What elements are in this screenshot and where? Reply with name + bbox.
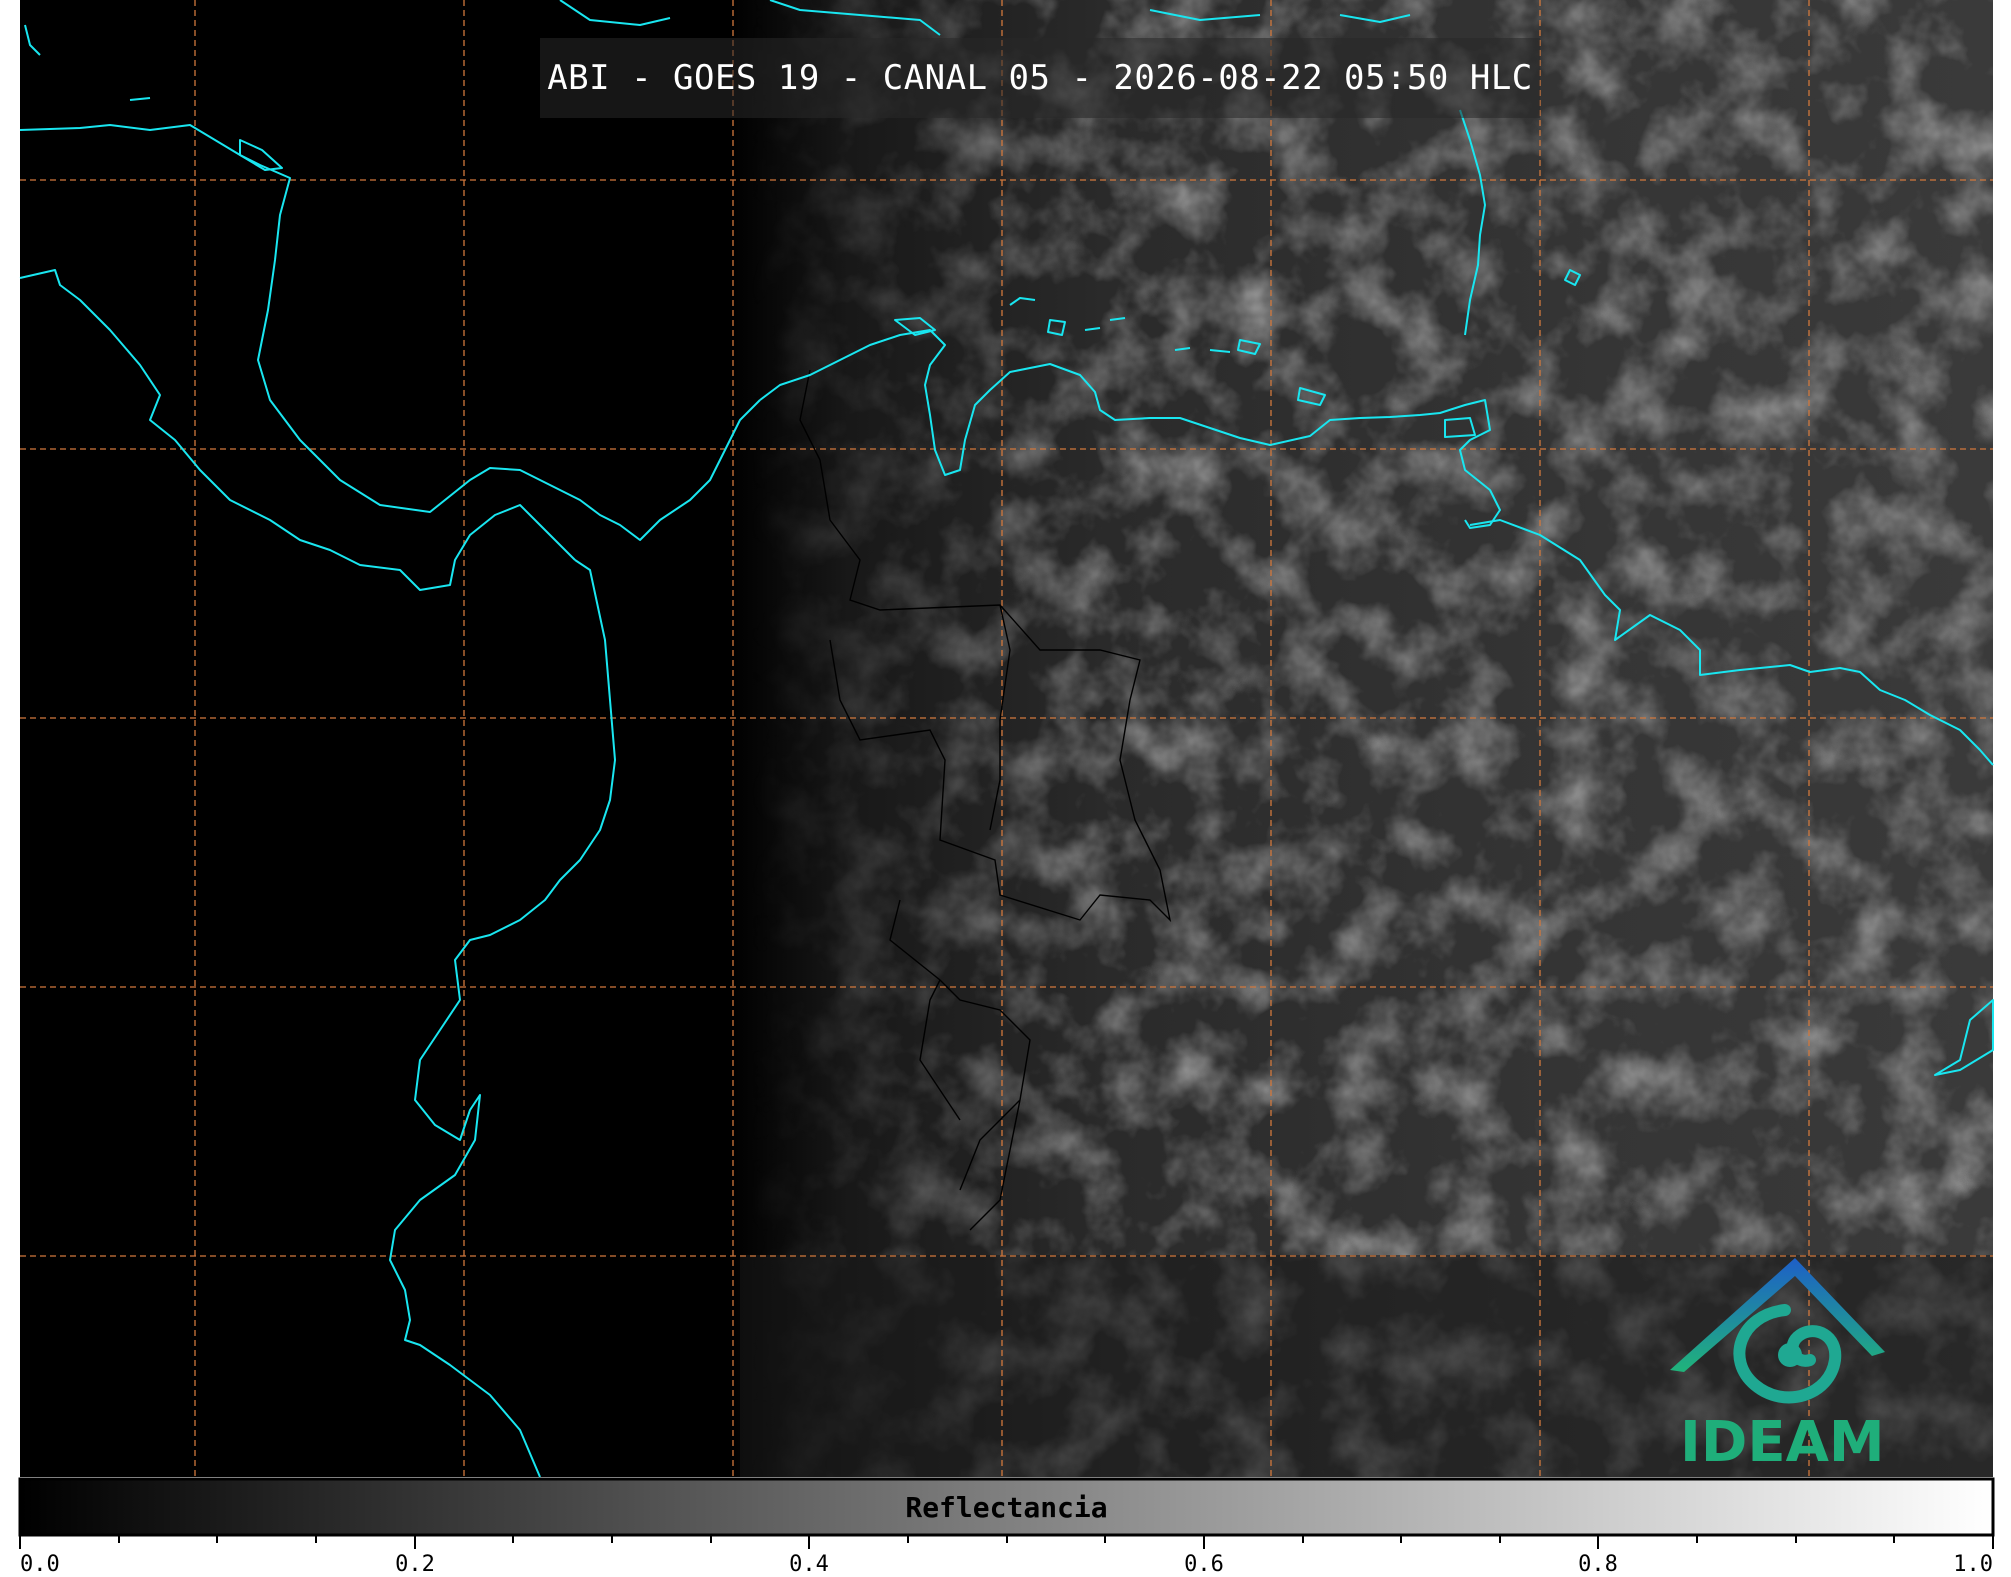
colorbar-tick-label: 1.0 (1953, 1552, 1993, 1577)
colorbar-tick-label: 0.8 (1578, 1552, 1618, 1577)
colorbar-tick-label: 0.0 (20, 1552, 60, 1577)
satellite-map (0, 0, 2011, 1577)
map-title: ABI - GOES 19 - CANAL 05 - 2026-08-22 05… (540, 38, 1540, 118)
colorbar-ticks (19, 1535, 1994, 1549)
ideam-logo-text: IDEAM (1680, 1410, 1885, 1475)
colorbar-tick-label: 0.4 (789, 1552, 829, 1577)
colorbar-tick-label: 0.2 (395, 1552, 435, 1577)
colorbar-label: Reflectancia (905, 1490, 1108, 1524)
colorbar-tick-label: 0.6 (1184, 1552, 1224, 1577)
